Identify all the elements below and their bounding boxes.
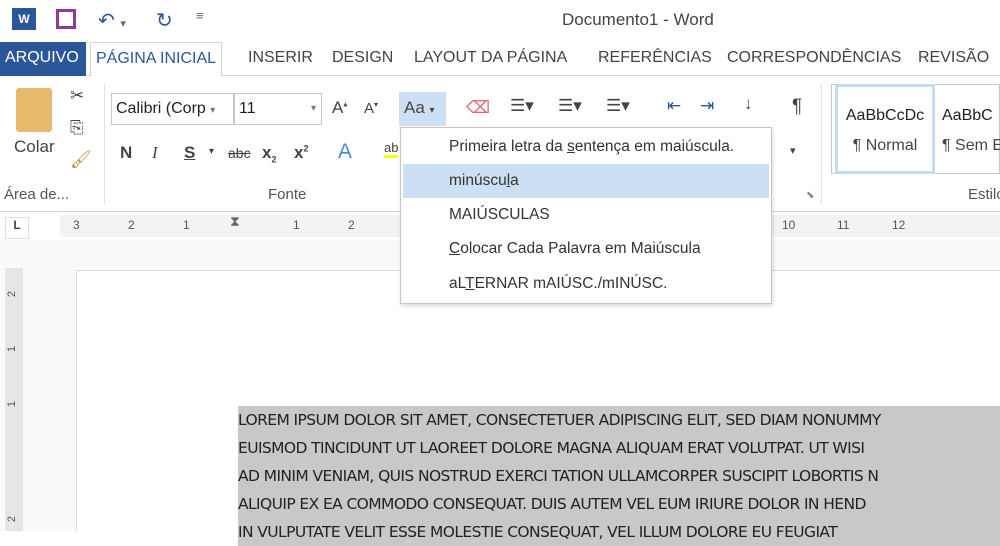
style-normal[interactable]: AaBbCcDc ¶ Normal — [835, 84, 935, 174]
font-size-combo[interactable]: 11 ▾ — [234, 93, 322, 125]
text-line[interactable]: EUISMOD TINCIDUNT UT LAOREET DOLORE MAGN… — [238, 434, 1000, 462]
menu-item-toggle-case[interactable]: aLTERNAR mAIÚSC./mINÚSC. — [403, 267, 769, 301]
tab-layout[interactable]: LAYOUT DA PÁGINA — [409, 42, 572, 76]
ruler-label: 2 — [6, 515, 19, 523]
title-bar: W ↶ ▾ ↻ ≡ Documento1 - Word — [0, 0, 1000, 40]
group-label-clipboard: Área de... — [4, 186, 70, 203]
tab-inserir[interactable]: INSERIR — [243, 42, 318, 76]
highlight-icon[interactable]: ab — [384, 140, 399, 158]
bullets-icon[interactable]: ☰▾ — [510, 96, 534, 116]
menu-item-sentence-case[interactable]: Primeira letra da sentença em maiúscula. — [403, 130, 769, 164]
text-line[interactable]: ALIQUIP EX EA COMMODO CONSEQUAT. DUIS AU… — [238, 490, 1000, 518]
customize-toolbar-icon[interactable]: ≡ — [196, 8, 204, 23]
font-name-value: Calibri (Corp — [116, 100, 206, 117]
bold-button[interactable]: N — [120, 143, 132, 163]
ruler-label: 1 — [293, 218, 300, 232]
style-preview: AaBbCcDc — [845, 107, 925, 124]
vertical-ruler[interactable]: 2 1 1 2 — [5, 268, 23, 531]
underline-dropdown-icon[interactable]: ▾ — [209, 146, 214, 157]
ruler-label: 1 — [6, 400, 19, 408]
borders-dropdown-icon[interactable]: ▾ — [790, 144, 796, 157]
menu-item-capitalize-each-word[interactable]: Colocar Cada Palavra em Maiúscula — [403, 232, 769, 266]
tab-arquivo[interactable]: ARQUIVO — [0, 42, 86, 76]
paragraph-dialog-icon[interactable]: ⬊ — [806, 190, 814, 201]
superscript-icon[interactable]: x2 — [294, 143, 308, 163]
tab-correspondencias[interactable]: CORRESPONDÊNCIAS — [722, 42, 906, 76]
paste-button[interactable]: Colar — [14, 137, 55, 157]
group-label-font: Fonte — [268, 186, 307, 203]
multilevel-list-icon[interactable]: ☰▾ — [606, 96, 630, 116]
undo-icon[interactable]: ↶ ▾ — [98, 8, 126, 33]
ruler-label: 2 — [128, 218, 135, 232]
numbering-icon[interactable]: ☰▾ — [558, 96, 582, 116]
strikethrough-button[interactable]: abc — [228, 145, 251, 161]
style-name: ¶ Sem E — [942, 137, 1000, 154]
style-preview: AaBbC — [942, 107, 993, 124]
subscript-icon[interactable]: x2 — [262, 143, 276, 164]
menu-item-lowercase[interactable]: minúscula — [403, 164, 769, 198]
style-name: ¶ Normal — [852, 137, 918, 154]
save-icon[interactable] — [56, 9, 76, 29]
ruler-label: 11 — [837, 218, 850, 232]
show-marks-icon[interactable]: ¶ — [792, 96, 802, 118]
font-name-combo[interactable]: Calibri (Corp ▾ — [111, 93, 234, 125]
italic-button[interactable]: I — [152, 143, 158, 163]
tab-referencias[interactable]: REFERÊNCIAS — [593, 42, 717, 76]
redo-icon[interactable]: ↻ — [156, 8, 173, 33]
text-line[interactable]: LOREM IPSUM DOLOR SIT AMET, CONSECTETUER… — [238, 406, 1000, 434]
grow-font-icon[interactable]: A▴ — [332, 98, 347, 118]
change-case-button[interactable]: Aa ▾ — [399, 92, 446, 126]
style-sem-espacamento[interactable]: AaBbC ¶ Sem E — [942, 84, 1000, 174]
ruler-label: 10 — [782, 218, 796, 232]
change-case-label: Aa — [404, 98, 425, 117]
ruler-label: 1 — [6, 345, 19, 353]
ruler-label: 2 — [348, 218, 355, 232]
cut-icon[interactable]: ✂ — [70, 86, 84, 106]
group-label-styles: Estilo — [968, 186, 1000, 203]
copy-icon[interactable]: ⎘ — [70, 118, 84, 138]
format-painter-icon[interactable]: 🖌 — [70, 150, 92, 170]
text-line[interactable]: IN VULPUTATE VELIT ESSE MOLESTIE CONSEQU… — [238, 518, 1000, 546]
tab-design[interactable]: DESIGN — [327, 42, 398, 76]
underline-button[interactable]: S — [184, 143, 195, 163]
word-logo-icon: W — [12, 8, 36, 30]
tab-pagina-inicial[interactable]: PÁGINA INICIAL — [90, 42, 223, 77]
window-title: Documento1 - Word — [562, 10, 714, 29]
ribbon-tabs: ARQUIVO PÁGINA INICIAL INSERIR DESIGN LA… — [0, 40, 1000, 77]
ruler-label: 12 — [892, 218, 906, 232]
decrease-indent-icon[interactable]: ⇤ — [667, 96, 681, 116]
increase-indent-icon[interactable]: ⇥ — [700, 96, 714, 116]
shrink-font-icon[interactable]: A▾ — [364, 100, 378, 117]
menu-item-uppercase[interactable]: MAIÚSCULAS — [403, 198, 769, 232]
sort-icon[interactable]: ↓ — [744, 94, 753, 114]
text-effects-icon[interactable]: A — [338, 140, 352, 164]
tab-revisao[interactable]: REVISÃO — [913, 42, 994, 76]
text-line[interactable]: AD MINIM VENIAM, QUIS NOSTRUD EXERCI TAT… — [238, 462, 1000, 490]
clear-formatting-icon[interactable]: ⌫ — [466, 98, 490, 118]
paste-icon[interactable] — [16, 88, 52, 132]
tab-stop-selector[interactable]: L — [5, 217, 29, 239]
change-case-menu: Primeira letra da sentença em maiúscula.… — [400, 127, 772, 304]
ruler-label: 2 — [6, 290, 19, 298]
ruler-label: 1 — [183, 218, 190, 232]
font-size-value: 11 — [239, 100, 256, 117]
indent-marker[interactable]: ⧗ — [230, 213, 240, 230]
ruler-label: 3 — [73, 218, 80, 232]
